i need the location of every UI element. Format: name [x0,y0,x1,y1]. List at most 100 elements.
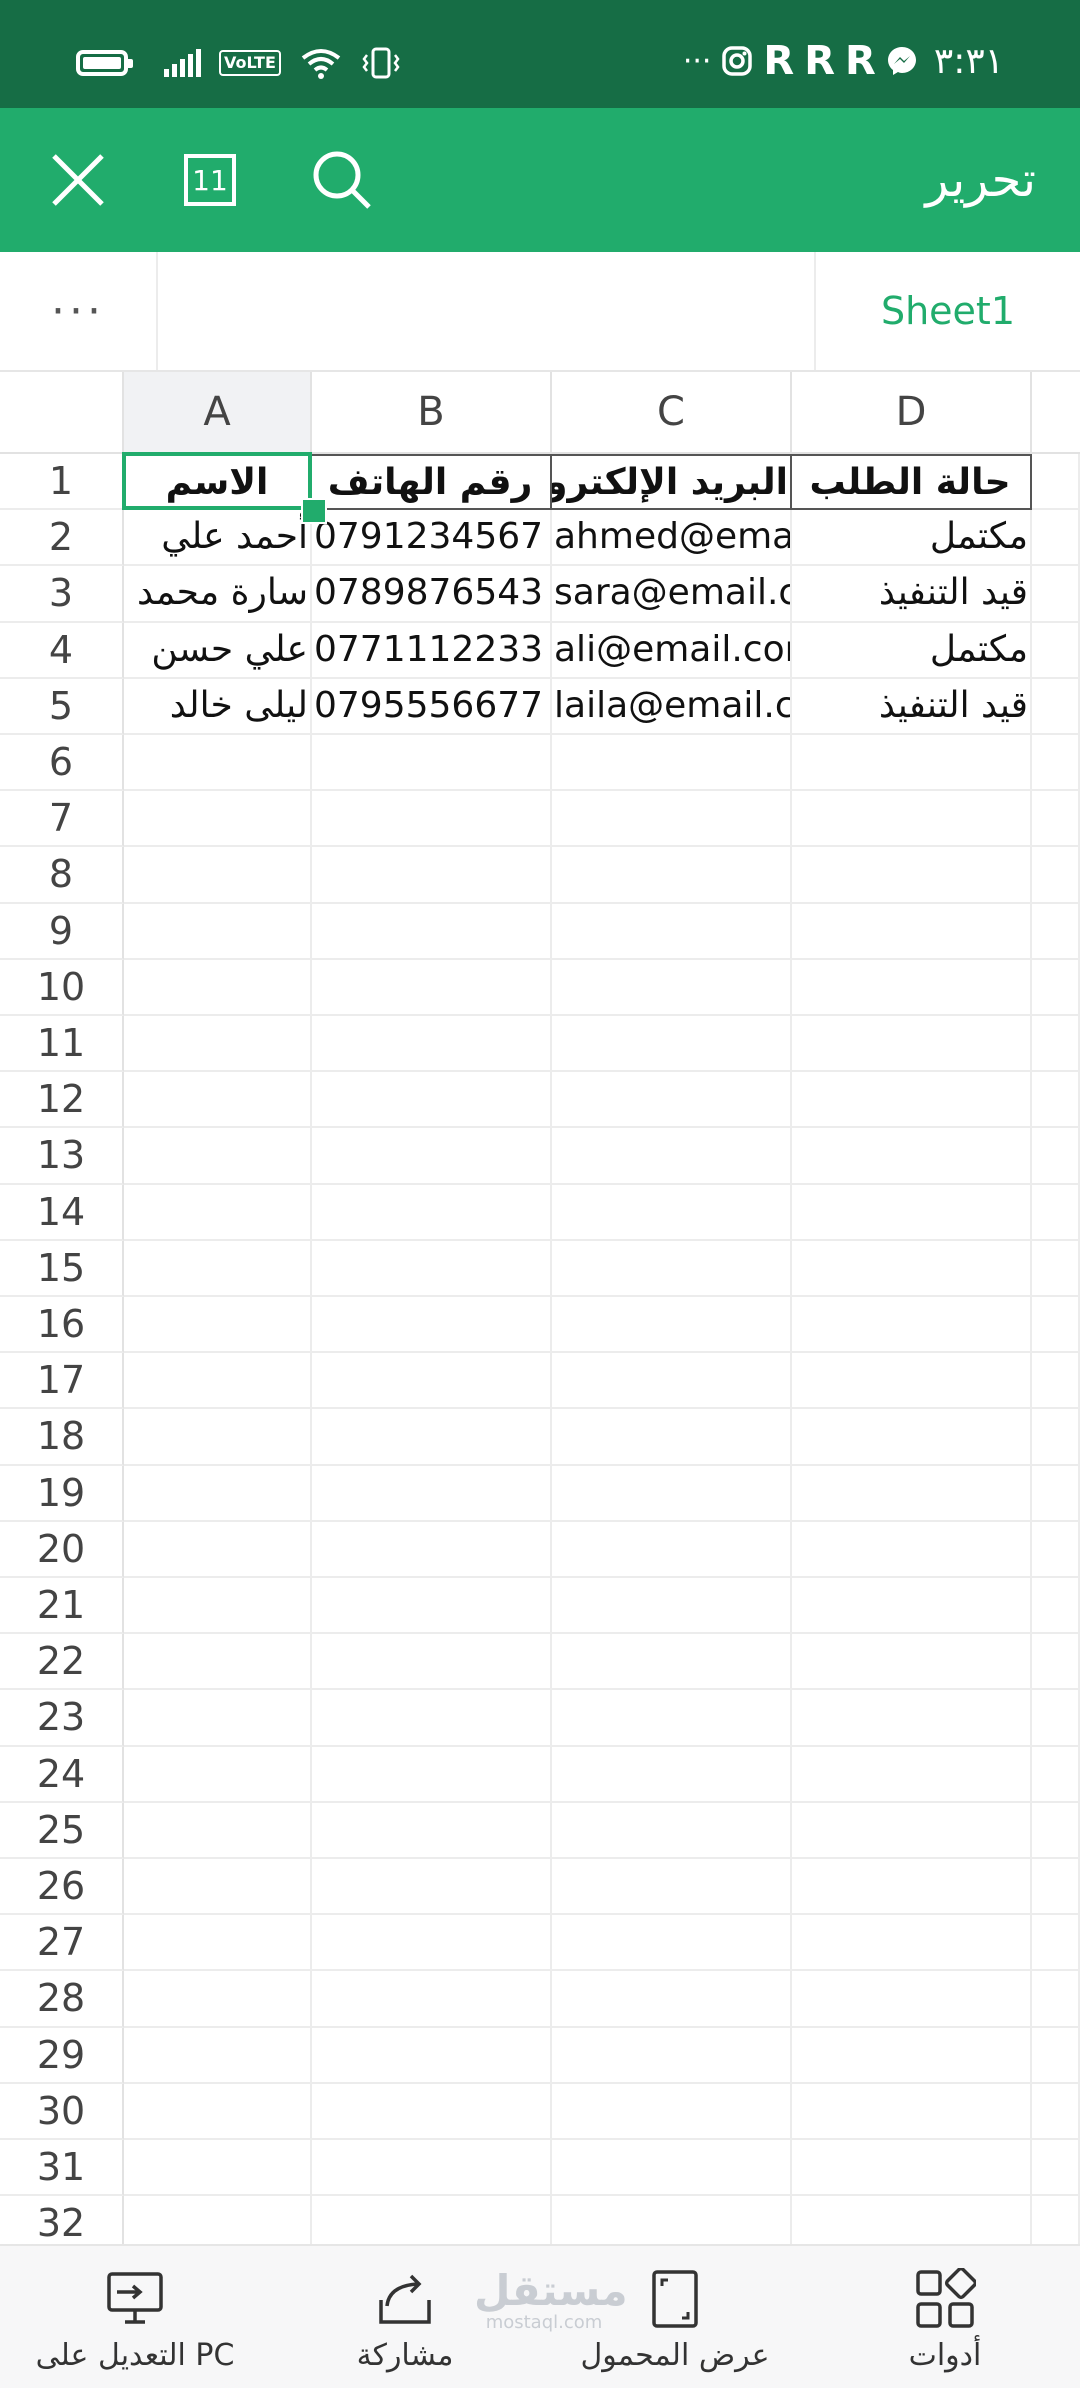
select-all-corner[interactable] [0,372,124,454]
row-header-18[interactable]: 18 [0,1409,124,1466]
table-cell[interactable] [792,1184,1032,1241]
table-cell[interactable] [312,2196,552,2244]
table-cell[interactable] [552,1297,792,1354]
table-cell[interactable] [312,1802,552,1859]
table-cell[interactable] [124,1240,312,1297]
row-header-27[interactable]: 27 [0,1915,124,1972]
column-header-e[interactable] [1032,372,1080,454]
row-header-4[interactable]: 4 [0,622,124,679]
table-cell[interactable] [792,1578,1032,1635]
table-cell[interactable] [124,1409,312,1466]
sheet-tab-sheet1[interactable]: Sheet1 [814,252,1080,370]
table-cell[interactable] [1032,1128,1080,1185]
table-cell[interactable] [1032,622,1080,679]
table-cell[interactable] [124,847,312,904]
table-cell[interactable] [1032,791,1080,848]
table-cell[interactable]: رقم الهاتف [312,454,552,511]
row-header-20[interactable]: 20 [0,1521,124,1578]
table-cell[interactable]: 0789876543 [312,566,552,623]
table-cell[interactable] [1032,510,1080,567]
table-cell[interactable] [1032,2027,1080,2084]
row-header-3[interactable]: 3 [0,566,124,623]
table-cell[interactable] [1032,2083,1080,2140]
table-cell[interactable] [312,1971,552,2028]
table-cell[interactable] [1032,847,1080,904]
table-cell[interactable] [1032,1746,1080,1803]
row-header-26[interactable]: 26 [0,1859,124,1916]
table-cell[interactable] [1032,1016,1080,1073]
table-cell[interactable] [1032,566,1080,623]
table-cell[interactable] [124,1072,312,1129]
table-cell[interactable] [1032,1409,1080,1466]
table-cell[interactable] [312,1128,552,1185]
table-cell[interactable] [792,2083,1032,2140]
table-cell[interactable] [552,1184,792,1241]
table-cell[interactable] [552,791,792,848]
table-cell[interactable] [312,847,552,904]
table-cell[interactable] [792,791,1032,848]
table-cell[interactable] [1032,678,1080,735]
table-cell[interactable] [124,1802,312,1859]
table-cell[interactable] [792,903,1032,960]
row-header-30[interactable]: 30 [0,2083,124,2140]
pc-edit-button[interactable]: التعديل على PC [36,2246,234,2388]
table-cell[interactable] [312,959,552,1016]
row-header-23[interactable]: 23 [0,1690,124,1747]
table-cell[interactable] [792,1971,1032,2028]
table-cell[interactable] [124,2083,312,2140]
table-cell[interactable] [312,735,552,792]
table-cell[interactable] [1032,959,1080,1016]
table-cell[interactable] [312,1184,552,1241]
table-cell[interactable] [312,1578,552,1635]
mobile-view-button[interactable]: عرض المحمول [580,2246,770,2388]
table-cell[interactable] [552,1971,792,2028]
table-cell[interactable] [792,1240,1032,1297]
table-cell[interactable] [792,2196,1032,2244]
row-header-9[interactable]: 9 [0,903,124,960]
table-cell[interactable] [312,2140,552,2197]
table-cell[interactable] [792,1072,1032,1129]
table-cell[interactable]: مكتمل [792,622,1032,679]
row-header-2[interactable]: 2 [0,510,124,567]
table-cell[interactable]: 0791234567 [312,510,552,567]
table-cell[interactable] [552,847,792,904]
table-cell[interactable] [312,1353,552,1410]
table-cell[interactable] [312,1240,552,1297]
row-header-11[interactable]: 11 [0,1016,124,1073]
table-cell[interactable] [312,1915,552,1972]
table-cell[interactable] [312,1634,552,1691]
selection-drag-handle[interactable] [301,498,327,524]
table-cell[interactable] [124,735,312,792]
table-cell[interactable] [124,791,312,848]
table-cell[interactable] [1032,2140,1080,2197]
row-header-29[interactable]: 29 [0,2027,124,2084]
table-cell[interactable] [312,1521,552,1578]
row-header-16[interactable]: 16 [0,1297,124,1354]
share-button[interactable]: مشاركة [340,2246,470,2388]
table-cell[interactable] [552,735,792,792]
column-header-b[interactable]: B [312,372,552,454]
table-cell[interactable] [792,2140,1032,2197]
table-cell[interactable] [552,903,792,960]
row-header-24[interactable]: 24 [0,1746,124,1803]
close-button[interactable] [42,144,114,216]
table-cell[interactable] [312,2083,552,2140]
row-header-5[interactable]: 5 [0,678,124,735]
column-header-c[interactable]: C [552,372,792,454]
table-cell[interactable] [552,2196,792,2244]
table-cell[interactable] [792,1297,1032,1354]
table-cell[interactable] [124,1128,312,1185]
table-cell[interactable] [792,1128,1032,1185]
table-cell[interactable] [124,1915,312,1972]
table-cell[interactable]: أحمد علي [124,510,312,567]
table-cell[interactable] [312,1690,552,1747]
row-header-1[interactable]: 1 [0,454,124,511]
table-cell[interactable] [792,1634,1032,1691]
table-cell[interactable] [312,2027,552,2084]
table-cell[interactable] [1032,1465,1080,1522]
table-cell[interactable] [312,1016,552,1073]
row-header-31[interactable]: 31 [0,2140,124,2197]
table-cell[interactable] [124,903,312,960]
table-cell[interactable] [552,959,792,1016]
table-cell[interactable] [792,847,1032,904]
